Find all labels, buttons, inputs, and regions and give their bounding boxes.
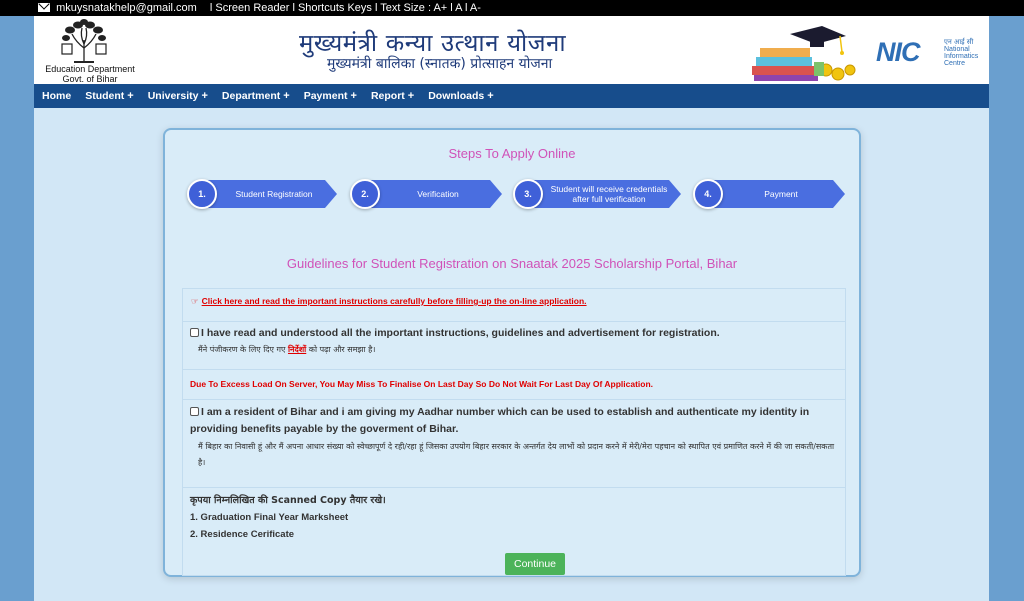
documents-heading: कृपया निम्नलिखित की Scanned Copy तैयार र… <box>190 495 386 506</box>
nav-report[interactable]: Report + <box>371 90 414 102</box>
department-name: Education Department Govt. of Bihar <box>45 64 135 84</box>
scheme-subtitle: मुख्यमंत्री बालिका (स्नातक) प्रोत्साहन य… <box>327 56 553 72</box>
step-number: 2. <box>350 179 380 209</box>
expand-plus-icon: + <box>127 90 134 102</box>
main-navigation: Home Student + University + Department + Pa… <box>34 84 989 108</box>
nic-logo: NIC एन आई सी National Informatics Centre <box>876 37 979 67</box>
expand-plus-icon: + <box>407 90 415 102</box>
nav-university[interactable]: University + <box>148 90 208 102</box>
bodhi-tree-emblem-icon <box>61 19 107 63</box>
nav-student[interactable]: Student + <box>85 90 134 102</box>
step-number: 4. <box>693 179 723 209</box>
read-instructions-checkbox[interactable] <box>190 328 199 337</box>
expand-plus-icon: + <box>283 90 290 102</box>
expand-plus-icon: + <box>487 90 494 102</box>
step-label: Payment <box>711 180 845 208</box>
nav-payment[interactable]: Payment + <box>304 90 357 102</box>
server-load-warning: Due To Excess Load On Server, You May Mi… <box>190 379 654 389</box>
step-label: Student Registration <box>205 180 337 208</box>
accessibility-links[interactable]: l Screen Reader l Shortcuts Keys l Text … <box>210 0 481 16</box>
document-item: 1. Graduation Final Year Marksheet <box>190 512 349 523</box>
continue-button[interactable]: Continue <box>505 553 565 575</box>
step-3: 3. Student will receive credentials afte… <box>513 179 683 209</box>
mail-icon <box>38 3 50 12</box>
site-header: Education Department Govt. of Bihar मुख्… <box>34 16 989 84</box>
nic-logo-text: NIC <box>876 37 920 67</box>
step-number: 3. <box>513 179 543 209</box>
step-number: 1. <box>187 179 217 209</box>
steps-title: Steps To Apply Online <box>448 146 576 161</box>
instructions-link[interactable]: ☞ Click here and read the important instr… <box>191 296 587 307</box>
expand-plus-icon: + <box>201 90 208 102</box>
consent-row-2: I am a resident of Bihar and i am giving… <box>183 400 845 488</box>
guidelines-title: Guidelines for Student Registration on S… <box>286 256 738 271</box>
top-bar: mkuysnatakhelp@gmail.com l Screen Reader… <box>0 0 1024 16</box>
expand-plus-icon: + <box>350 90 357 102</box>
document-item: 2. Residence Cerificate <box>190 529 295 540</box>
registration-card: Steps To Apply Online 1. Student Registr… <box>163 128 861 577</box>
aadhar-consent-checkbox[interactable] <box>190 407 199 416</box>
books-graduation-cap-illustration <box>752 26 856 81</box>
step-label: Verification <box>368 180 502 208</box>
helpdesk-email[interactable]: mkuysnatakhelp@gmail.com <box>56 0 197 16</box>
warning-row: Due To Excess Load On Server, You May Mi… <box>183 370 845 400</box>
step-2: 2. Verification <box>350 179 502 209</box>
documents-section: कृपया निम्नलिखित की Scanned Copy तैयार र… <box>190 492 840 543</box>
instructions-row: ☞ Click here and read the important instr… <box>183 289 845 322</box>
guidelines-link[interactable]: निर्देशों <box>288 345 306 354</box>
step-1: 1. Student Registration <box>187 179 337 209</box>
nav-home[interactable]: Home <box>42 90 71 102</box>
nav-department[interactable]: Department + <box>222 90 290 102</box>
consent-row-1: I have read and understood all the impor… <box>183 322 845 370</box>
step-4: 4. Payment <box>693 179 848 209</box>
guidelines-panel: ☞ Click here and read the important instr… <box>182 288 846 576</box>
nav-downloads[interactable]: Downloads + <box>428 90 493 102</box>
step-label: Student will receive credentials after f… <box>531 180 681 208</box>
pointing-hand-icon: ☞ <box>191 296 199 306</box>
